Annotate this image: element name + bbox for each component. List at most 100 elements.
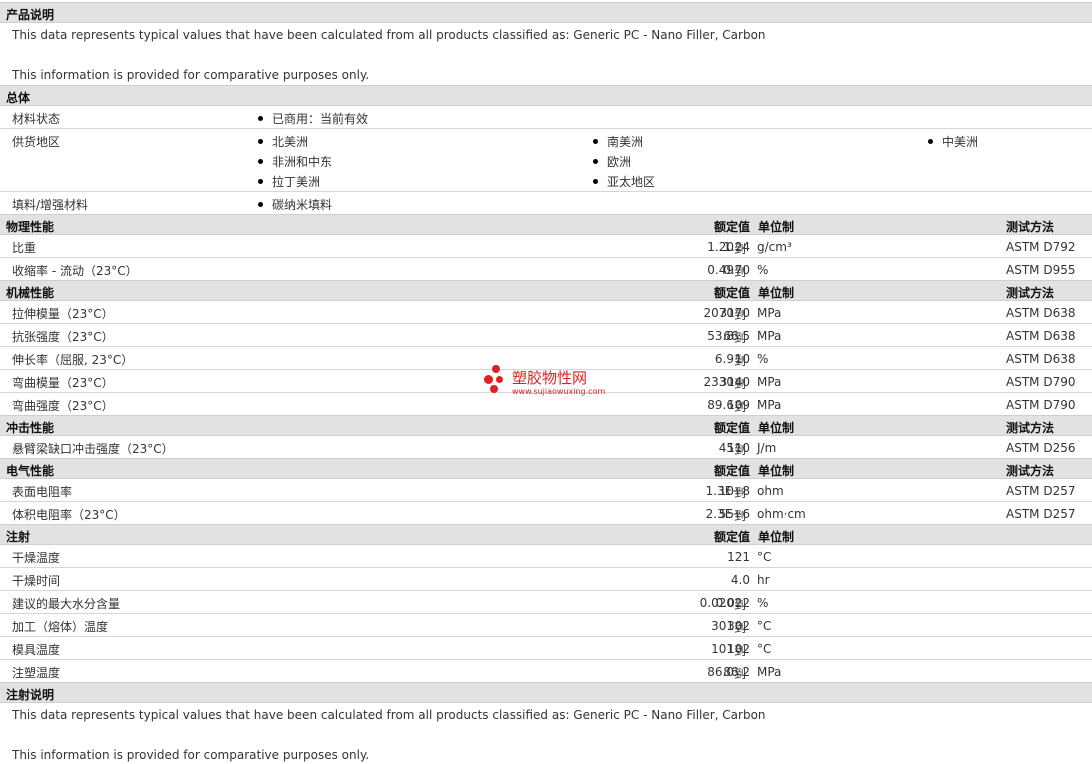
bullet-icon [258,116,263,121]
value-max: 2.3E+6 [705,507,750,521]
description-line-2: This information is provided for compara… [12,68,370,82]
property-row: 比重 1.20 到 1.24 g/cm³ ASTM D792 [0,235,1092,258]
value-max: 110 [727,441,750,455]
value-min: 6.9 [714,352,734,366]
property-row: 表面电阻率 10 到 1.3E+8 ohm ASTM D257 [0,479,1092,502]
col-nominal: 额定值 [713,421,750,435]
filler-label: 填料/增强材料 [12,198,89,212]
section-title: 电气性能 [6,464,55,478]
property-row: 干燥时间 4.0 hr [0,568,1092,591]
section-title: 注射 [6,530,31,544]
watermark-url: www.sujiaowuxing.com [512,387,606,396]
value-max: 0.022 [715,596,750,610]
property-label: 建议的最大水分含量 [12,597,121,611]
property-label: 弯曲强度（23°C） [12,399,114,413]
bullet-icon [593,139,598,144]
logo-dot-icon [496,376,503,383]
unit: MPa [757,375,782,389]
property-label: 悬臂梁缺口冲击强度（23°C） [12,442,174,456]
notes-line-1: This data represents typical values that… [12,708,766,722]
test-method: ASTM D256 [1006,441,1076,455]
section-title: 注射说明 [6,688,55,702]
value-max: 3140 [719,375,750,389]
property-row: 模具温度 101 到 102 °C [0,637,1092,660]
section-header-mechanical: 机械性能 额定值 单位制 测试方法 [0,280,1092,301]
unit: J/m [757,441,777,455]
unit: MPa [757,329,782,343]
general-region-row: 供货地区 北美洲 南美洲 中美洲 非洲和中东 欧洲 拉丁美洲 亚太地区 [0,129,1092,192]
property-row: 拉伸模量（23°C） 2070 到 3170 MPa ASTM D638 [0,301,1092,324]
region-name: 拉丁美洲 [272,175,321,189]
test-method: ASTM D792 [1006,240,1076,254]
value-max: 86.2 [723,665,750,679]
col-unit: 单位制 [758,220,795,234]
section-header-injection-notes: 注射说明 [0,682,1092,703]
col-nominal: 额定值 [713,530,750,544]
bullet-icon [593,179,598,184]
unit: °C [757,619,772,633]
section-header-product-desc: 产品说明 [0,2,1092,23]
property-row: 悬臂梁缺口冲击强度（23°C） 45 到 110 J/m ASTM D256 [0,436,1092,459]
value-max: 3170 [719,306,750,320]
unit: ohm [757,484,784,498]
notes-line-2: This information is provided for compara… [12,748,370,762]
property-label: 抗张强度（23°C） [12,330,114,344]
col-method: 测试方法 [1006,286,1055,300]
watermark-name: 塑胶物性网 [512,369,588,387]
value-max: 109 [727,398,750,412]
value-max: 10 [734,352,750,366]
region-name: 亚太地区 [607,175,656,189]
section-title: 物理性能 [6,220,55,234]
section-header-injection: 注射 额定值 单位制 [0,524,1092,545]
region-name: 南美洲 [607,135,644,149]
property-row: 加工（熔体）温度 301 到 302 °C [0,614,1092,637]
test-method: ASTM D638 [1006,306,1076,320]
section-header-general: 总体 [0,85,1092,106]
section-title: 产品说明 [6,8,55,22]
test-method: ASTM D955 [1006,263,1076,277]
logo-dot-icon [490,385,498,393]
property-row: 注塑温度 86.0 到 86.2 MPa [0,660,1092,683]
value-max: 302 [727,619,750,633]
property-row: 干燥温度 121 °C [0,545,1092,568]
section-header-electrical: 电气性能 额定值 单位制 测试方法 [0,458,1092,479]
unit: ohm·cm [757,507,806,521]
property-label: 加工（熔体）温度 [12,620,109,634]
bullet-icon [258,159,263,164]
col-method: 测试方法 [1006,421,1055,435]
property-label: 弯曲模量（23°C） [12,376,114,390]
region-name: 非洲和中东 [272,155,333,169]
property-row: 建议的最大水分含量 0.020 到 0.022 % [0,591,1092,614]
value-max: 0.70 [723,263,750,277]
property-row: 抗张强度（23°C） 53.8 到 66.5 MPa ASTM D638 [0,324,1092,347]
unit: MPa [757,306,782,320]
test-method: ASTM D790 [1006,398,1076,412]
value: 121 [727,550,750,564]
unit: g/cm³ [757,240,792,254]
unit: % [757,596,769,610]
test-method: ASTM D257 [1006,507,1076,521]
col-unit: 单位制 [758,530,795,544]
unit: MPa [757,398,782,412]
test-method: ASTM D257 [1006,484,1076,498]
property-row: 体积电阻率（23°C） 55 到 2.3E+6 ohm·cm ASTM D257 [0,502,1092,525]
value-max: 1.24 [723,240,750,254]
section-title: 机械性能 [6,286,55,300]
bullet-icon [258,139,263,144]
unit: °C [757,550,772,564]
bullet-icon [258,202,263,207]
col-unit: 单位制 [758,464,795,478]
property-row: 收缩率 - 流动（23°C） 0.49 到 0.70 % ASTM D955 [0,258,1092,281]
property-label: 比重 [12,241,37,255]
section-title: 冲击性能 [6,421,55,435]
unit: % [757,263,769,277]
region-name: 北美洲 [272,135,309,149]
col-method: 测试方法 [1006,464,1055,478]
property-label: 模具温度 [12,643,61,657]
col-unit: 单位制 [758,421,795,435]
value-max: 66.5 [723,329,750,343]
test-method: ASTM D790 [1006,375,1076,389]
logo-dot-icon [484,375,493,384]
property-label: 干燥温度 [12,551,61,565]
filler-value: 碳纳米填料 [272,198,333,212]
